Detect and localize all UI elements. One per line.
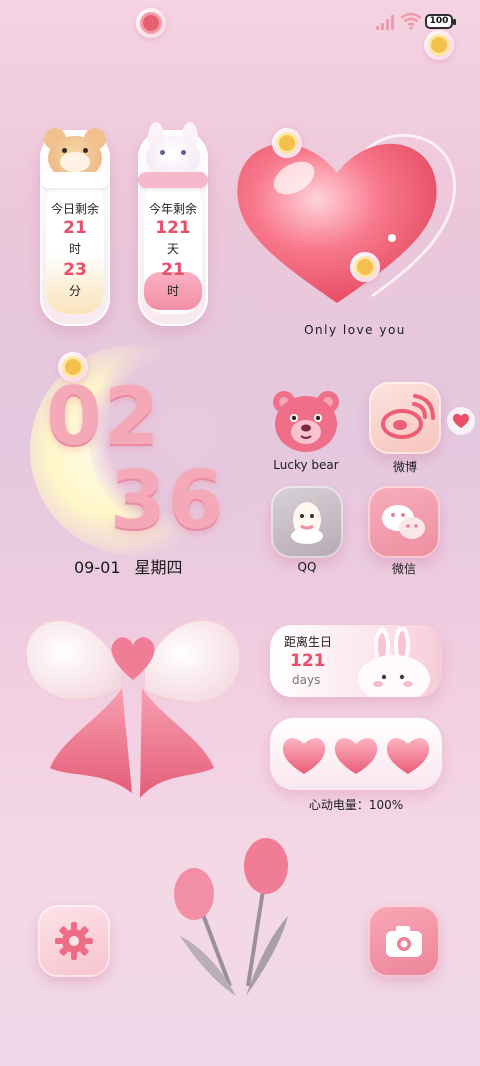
today-hours-value: 21 — [63, 218, 87, 238]
gear-icon — [55, 922, 93, 960]
qq-icon — [291, 502, 323, 544]
wechat-label: 微信 — [391, 562, 416, 576]
qq-label: QQ — [297, 560, 317, 574]
bunny-icon — [358, 627, 430, 697]
today-countdown-widget[interactable]: 今日剩余 21 时 23 分 — [40, 126, 110, 326]
year-hours-value: 21 — [161, 260, 185, 280]
weibo-app[interactable] — [369, 382, 441, 454]
birthday-countdown-widget[interactable]: 距离生日 121 days — [270, 625, 442, 697]
status-bar: 100 — [0, 0, 480, 44]
lucky-bear-icon — [273, 391, 339, 452]
lucky-bear-label: Lucky bear — [273, 458, 339, 472]
wechat-icon — [382, 505, 425, 539]
bear-icon — [40, 126, 110, 190]
year-days-value: 121 — [155, 218, 191, 238]
signal-bars-icon — [376, 14, 396, 30]
heart-caption: Only love you — [304, 323, 406, 337]
weibo-label: 微博 — [392, 460, 417, 474]
today-minutes-value: 23 — [63, 260, 87, 280]
weekday-value: 星期四 — [134, 558, 183, 577]
bunny-icon — [138, 122, 208, 190]
camera-app[interactable] — [368, 905, 440, 977]
heart-bubble-icon — [447, 407, 475, 435]
camera-icon — [386, 926, 422, 957]
weibo-icon — [381, 394, 435, 439]
heart-icon — [334, 738, 378, 774]
hearts-meter — [282, 738, 430, 774]
heart-icon — [282, 738, 326, 774]
year-hours-unit: 时 — [166, 284, 179, 298]
year-countdown-widget[interactable]: 今年剩余 121 天 21 时 — [138, 122, 208, 326]
tulip-icon — [174, 838, 288, 996]
qq-app[interactable] — [271, 486, 343, 558]
birthday-days-value: 121 — [290, 651, 326, 671]
today-minutes-unit: 分 — [68, 284, 81, 298]
birthday-days-unit: days — [292, 673, 321, 687]
bow-icon — [24, 619, 242, 798]
date-line: 09-01 星期四 — [74, 554, 197, 578]
flower-bubble-icon — [350, 252, 380, 282]
today-hours-unit: 时 — [68, 242, 81, 256]
year-days-unit: 天 — [166, 242, 179, 256]
wifi-icon — [400, 12, 422, 30]
birthday-label: 距离生日 — [284, 635, 333, 649]
flower-bubble-icon — [136, 8, 166, 38]
wechat-app[interactable] — [368, 486, 440, 558]
settings-app[interactable] — [38, 905, 110, 977]
flower-bubble-icon — [272, 128, 302, 158]
heart-icon — [386, 738, 430, 774]
today-remaining-label: 今日剩余 — [50, 202, 99, 216]
lucky-bear-app[interactable] — [270, 386, 342, 458]
clock-hour[interactable]: 02 — [46, 372, 161, 462]
battery-indicator: 100 — [425, 14, 456, 29]
date-value: 09-01 — [74, 558, 121, 577]
love-battery-caption: 心动电量：100% — [308, 798, 404, 812]
clock-minute[interactable]: 36 — [110, 456, 225, 546]
flower-bubble-icon — [424, 30, 454, 60]
love-battery-widget[interactable] — [270, 718, 442, 790]
heart-widget[interactable] — [232, 118, 462, 318]
year-remaining-label: 今年剩余 — [148, 202, 197, 216]
